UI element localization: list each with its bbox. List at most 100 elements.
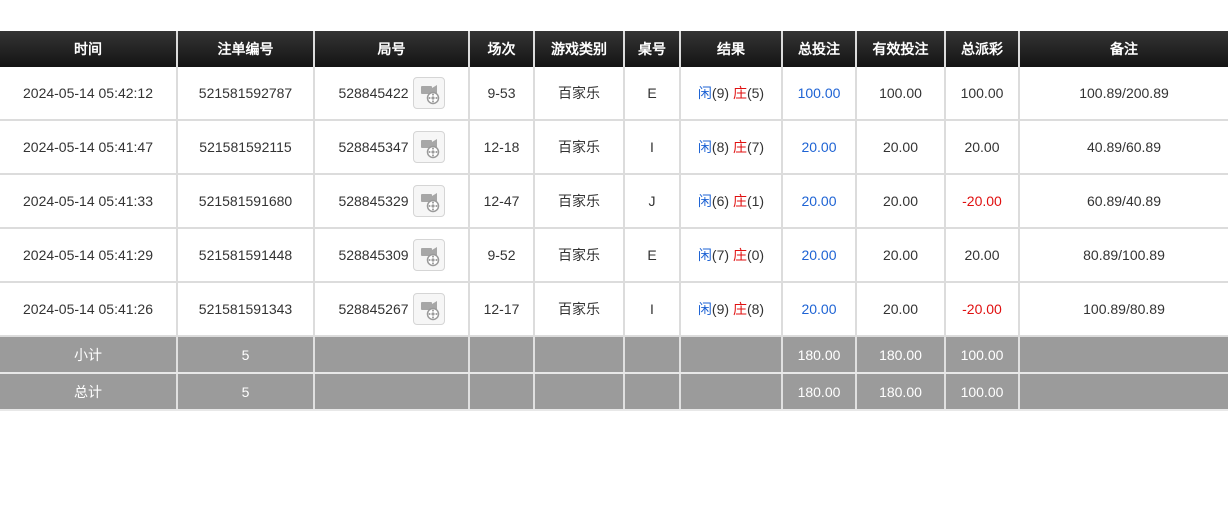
table-row: 2024-05-14 05:41:33 521581591680 5288453… <box>0 174 1228 229</box>
cell-session: 9-53 <box>468 67 534 121</box>
cell-table: E <box>623 228 680 283</box>
col-header-round: 局号 <box>313 31 469 67</box>
cell-valid-bet: 20.00 <box>855 120 945 175</box>
col-header-table: 桌号 <box>623 31 680 67</box>
cell-valid-bet: 20.00 <box>855 174 945 229</box>
subtotal-label: 小计 <box>0 336 177 374</box>
result-player-value: (6) <box>711 193 730 209</box>
cell-total-bet: 20.00 <box>781 120 856 175</box>
video-replay-icon[interactable] <box>412 131 445 163</box>
cell-result: 闲(6) 庄(1) <box>679 174 782 229</box>
cell-bet-id: 521581591448 <box>176 228 314 283</box>
result-player-value: (8) <box>711 139 730 155</box>
cell-valid-bet: 20.00 <box>855 282 945 337</box>
col-header-session: 场次 <box>468 31 534 67</box>
cell-total-bet: 100.00 <box>781 67 856 121</box>
cell-table: I <box>623 282 680 337</box>
subtotal-row: 小计 5 180.00 180.00 100.00 <box>0 336 1228 374</box>
cell-valid-bet: 20.00 <box>855 228 945 283</box>
result-player-value: (9) <box>711 85 730 101</box>
cell-game-type: 百家乐 <box>533 174 624 229</box>
subtotal-payout: 100.00 <box>944 336 1019 374</box>
result-banker-value: (1) <box>746 193 765 209</box>
round-number: 528845329 <box>338 193 409 209</box>
cell-round: 528845347 <box>313 120 469 175</box>
video-replay-icon[interactable] <box>412 185 445 217</box>
cell-round: 528845309 <box>313 228 469 283</box>
cell-note: 60.89/40.89 <box>1018 174 1228 229</box>
cell-result: 闲(8) 庄(7) <box>679 120 782 175</box>
cell-bet-id: 521581591343 <box>176 282 314 337</box>
cell-time: 2024-05-14 05:41:26 <box>0 282 177 337</box>
video-replay-icon[interactable] <box>412 293 445 325</box>
result-player-label: 闲 <box>697 301 712 317</box>
total-row: 总计 5 180.00 180.00 100.00 <box>0 373 1228 411</box>
col-header-payout: 总派彩 <box>944 31 1019 67</box>
col-header-total-bet: 总投注 <box>781 31 856 67</box>
result-banker-label: 庄 <box>732 247 747 263</box>
result-banker-value: (5) <box>746 85 765 101</box>
cell-note: 80.89/100.89 <box>1018 228 1228 283</box>
cell-round: 528845329 <box>313 174 469 229</box>
subtotal-count: 5 <box>176 336 314 374</box>
col-header-note: 备注 <box>1018 31 1228 67</box>
result-banker-label: 庄 <box>732 301 747 317</box>
cell-time: 2024-05-14 05:42:12 <box>0 67 177 121</box>
round-number: 528845422 <box>338 85 409 101</box>
cell-note: 40.89/60.89 <box>1018 120 1228 175</box>
bet-records-table: 时间 注单编号 局号 场次 游戏类别 桌号 结果 总投注 有效投注 总派彩 备注… <box>0 31 1228 411</box>
col-header-result: 结果 <box>679 31 782 67</box>
bet-records-table-container: 时间 注单编号 局号 场次 游戏类别 桌号 结果 总投注 有效投注 总派彩 备注… <box>0 31 1228 411</box>
table-row: 2024-05-14 05:41:29 521581591448 5288453… <box>0 228 1228 283</box>
cell-payout: 100.00 <box>944 67 1019 121</box>
table-row: 2024-05-14 05:41:26 521581591343 5288452… <box>0 282 1228 337</box>
result-banker-label: 庄 <box>732 85 747 101</box>
table-row: 2024-05-14 05:41:47 521581592115 5288453… <box>0 120 1228 175</box>
cell-session: 12-17 <box>468 282 534 337</box>
cell-note: 100.89/80.89 <box>1018 282 1228 337</box>
cell-total-bet: 20.00 <box>781 228 856 283</box>
result-banker-value: (7) <box>746 139 765 155</box>
cell-table: J <box>623 174 680 229</box>
cell-session: 12-47 <box>468 174 534 229</box>
result-player-label: 闲 <box>697 193 712 209</box>
cell-session: 12-18 <box>468 120 534 175</box>
cell-valid-bet: 100.00 <box>855 67 945 121</box>
cell-round: 528845422 <box>313 67 469 121</box>
cell-time: 2024-05-14 05:41:47 <box>0 120 177 175</box>
cell-bet-id: 521581592787 <box>176 67 314 121</box>
result-player-value: (7) <box>711 247 730 263</box>
table-header-row: 时间 注单编号 局号 场次 游戏类别 桌号 结果 总投注 有效投注 总派彩 备注 <box>0 31 1228 67</box>
result-player-value: (9) <box>711 301 730 317</box>
round-number: 528845267 <box>338 301 409 317</box>
col-header-game-type: 游戏类别 <box>533 31 624 67</box>
total-label: 总计 <box>0 373 177 411</box>
cell-session: 9-52 <box>468 228 534 283</box>
result-banker-label: 庄 <box>732 139 747 155</box>
cell-payout: -20.00 <box>944 282 1019 337</box>
subtotal-valid-bet: 180.00 <box>855 336 945 374</box>
cell-note: 100.89/200.89 <box>1018 67 1228 121</box>
cell-payout: 20.00 <box>944 120 1019 175</box>
cell-round: 528845267 <box>313 282 469 337</box>
result-banker-label: 庄 <box>732 193 747 209</box>
table-row: 2024-05-14 05:42:12 521581592787 5288454… <box>0 67 1228 121</box>
cell-total-bet: 20.00 <box>781 282 856 337</box>
cell-payout: -20.00 <box>944 174 1019 229</box>
video-replay-icon[interactable] <box>412 239 445 271</box>
result-player-label: 闲 <box>697 247 712 263</box>
cell-game-type: 百家乐 <box>533 228 624 283</box>
cell-table: E <box>623 67 680 121</box>
cell-total-bet: 20.00 <box>781 174 856 229</box>
cell-game-type: 百家乐 <box>533 67 624 121</box>
cell-table: I <box>623 120 680 175</box>
result-player-label: 闲 <box>697 85 712 101</box>
cell-result: 闲(9) 庄(8) <box>679 282 782 337</box>
cell-result: 闲(9) 庄(5) <box>679 67 782 121</box>
cell-game-type: 百家乐 <box>533 282 624 337</box>
total-total-bet: 180.00 <box>781 373 856 411</box>
total-payout: 100.00 <box>944 373 1019 411</box>
video-replay-icon[interactable] <box>412 77 445 109</box>
cell-game-type: 百家乐 <box>533 120 624 175</box>
result-player-label: 闲 <box>697 139 712 155</box>
